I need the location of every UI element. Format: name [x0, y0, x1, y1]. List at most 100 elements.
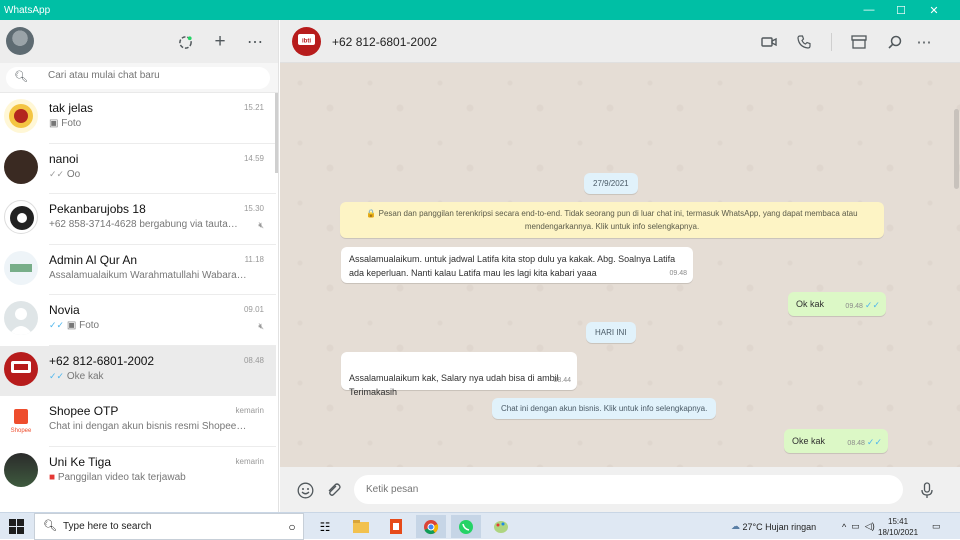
network-icon[interactable]: ▭ — [851, 521, 860, 532]
chat-name: Novia — [49, 303, 80, 317]
message-outgoing[interactable]: Ok kak 09.48 ✓✓ — [788, 292, 886, 316]
message-text: Oke kak — [792, 436, 826, 446]
read-ticks-icon: ✓✓ — [49, 168, 65, 179]
chat-time: 09.01 — [243, 305, 264, 314]
chat-item-uni-ke-tiga[interactable]: Uni Ke Tiga kemarin ■ Panggilan video ta… — [0, 446, 276, 497]
chat-list: tak jelas 15.21 ▣ Foto nanoi 14.59 ✓✓ Oo… — [0, 93, 276, 497]
missed-video-icon: ■ — [49, 471, 58, 483]
title-bar: WhatsApp — ☐ ✕ — [0, 0, 960, 20]
voice-call-icon[interactable] — [793, 31, 815, 53]
minimize-button[interactable]: — — [853, 0, 885, 20]
windows-start-icon[interactable] — [9, 519, 24, 534]
chat-preview: ✓✓ ▣ Foto — [49, 320, 100, 331]
divider — [831, 33, 832, 51]
file-explorer-icon[interactable] — [346, 515, 376, 538]
clock[interactable]: 15:41 18/10/2021 — [878, 513, 918, 540]
catalog-icon[interactable] — [848, 31, 870, 53]
photo-icon: ▣ — [49, 118, 62, 129]
contact-avatar[interactable]: ibti — [292, 27, 321, 56]
avatar — [4, 149, 38, 184]
chat-time: kemarin — [235, 456, 264, 466]
taskbar-search[interactable]: 🔍︎ Type here to search — [34, 513, 304, 540]
search-bar: 🔍︎ — [0, 63, 278, 93]
chat-preview: Chat ini dengan akun bisnis resmi Shopee… — [49, 421, 247, 432]
weather-widget[interactable]: ☁︎ 27°C Hujan ringan — [731, 513, 816, 540]
chat-time: 11.18 — [244, 254, 264, 264]
notification-icon[interactable]: ▭ — [932, 513, 941, 540]
sidebar-scrollbar[interactable] — [275, 93, 278, 173]
message-text: Assalamualaikum. untuk jadwal Latifa kit… — [349, 254, 676, 278]
chat-time: 15.21 — [243, 103, 264, 112]
chat-item-nanoi[interactable]: nanoi 14.59 ✓✓ Oo — [0, 143, 276, 194]
chat-name: Shopee OTP — [49, 404, 119, 418]
message-time: 09.48 — [669, 270, 687, 277]
chat-item-active-contact[interactable]: +62 812-6801-2002 08.48 ✓✓ Oke kak — [0, 345, 276, 396]
muted-icon: 🔇︎ — [258, 321, 264, 331]
avatar — [4, 250, 38, 285]
chat-item-novia[interactable]: Novia 09.01 ✓✓ ▣ Foto 🔇︎ — [0, 295, 276, 346]
microphone-icon[interactable] — [916, 479, 938, 501]
message-incoming[interactable]: Assalamualaikum kak, Salary nya udah bis… — [341, 352, 577, 397]
contact-name[interactable]: +62 812-6801-2002 — [332, 35, 437, 49]
taskbar: 🔍︎ Type here to search ○ ☷ ☁︎ 27°C Hujan… — [0, 512, 960, 540]
chat-name: Pekanbarujobs 18 — [49, 202, 146, 216]
message-time: 08.48 ✓✓ — [847, 437, 882, 447]
composer — [280, 467, 960, 512]
video-call-icon[interactable] — [758, 31, 780, 53]
message-input[interactable] — [354, 475, 903, 504]
my-avatar[interactable] — [6, 27, 34, 55]
svg-text:Shopee: Shopee — [11, 428, 32, 434]
chat-preview: ■ Panggilan video tak terjawab — [49, 471, 186, 483]
new-chat-icon[interactable]: + — [209, 31, 231, 53]
paint-icon[interactable] — [486, 515, 516, 538]
message-text: Ok kak — [796, 299, 825, 309]
chat-item-tak-jelas[interactable]: tak jelas 15.21 ▣ Foto — [0, 93, 276, 144]
chrome-icon[interactable] — [416, 515, 446, 538]
clock-time: 15:41 — [888, 516, 909, 526]
attach-icon[interactable] — [322, 479, 344, 501]
chat-preview: ✓✓ Oo — [49, 168, 81, 180]
search-input[interactable] — [48, 70, 258, 81]
chat-time: 15.30 — [243, 204, 264, 213]
search-icon[interactable] — [884, 31, 906, 53]
status-icon[interactable] — [174, 31, 196, 53]
avatar — [4, 200, 38, 234]
menu-icon[interactable]: ⋯ — [244, 31, 266, 53]
chat-item-shopee-otp[interactable]: Shopee Shopee OTP kemarin Chat ini denga… — [0, 396, 276, 447]
avatar — [4, 99, 38, 133]
volume-icon[interactable]: ◁) — [865, 521, 875, 532]
menu-icon[interactable]: ⋯ — [913, 31, 935, 53]
task-view-icon[interactable]: ○ — [277, 515, 307, 538]
sidebar: + ⋯ 🔍︎ tak jelas 15.21 ▣ Foto nanoi 14.5… — [0, 20, 279, 512]
clock-date: 18/10/2021 — [878, 527, 919, 537]
avatar — [4, 452, 38, 487]
business-notice[interactable]: Chat ini dengan akun bisnis. Klik untuk … — [492, 398, 717, 419]
conversation-header: ibti +62 812-6801-2002 ⋯ — [280, 20, 960, 63]
weather-icon: ☁︎ — [731, 521, 740, 531]
conversation-scrollbar[interactable] — [954, 109, 959, 189]
chat-item-pekanbarujobs[interactable]: Pekanbarujobs 18 15.30 +62 858-3714-4628… — [0, 194, 276, 245]
read-ticks-icon: ✓✓ — [49, 320, 65, 330]
search-box: 🔍︎ — [6, 67, 270, 89]
chat-name: tak jelas — [49, 101, 94, 115]
date-pill: 27/9/2021 — [584, 173, 638, 194]
maximize-button[interactable]: ☐ — [885, 0, 917, 20]
taskbar-apps-icon[interactable]: ☷ — [310, 515, 340, 538]
message-incoming[interactable]: Assalamualaikum. untuk jadwal Latifa kit… — [341, 247, 693, 283]
muted-icon: 🔇︎ — [258, 220, 264, 230]
tray-icons[interactable]: ^ ▭ ◁) — [842, 513, 875, 540]
encryption-notice[interactable]: 🔒 Pesan dan panggilan terenkripsi secara… — [340, 202, 884, 238]
chat-name: +62 812-6801-2002 — [49, 353, 155, 368]
emoji-icon[interactable] — [294, 479, 316, 501]
close-button[interactable]: ✕ — [918, 0, 950, 20]
chat-item-admin-al-quran[interactable]: Admin Al Qur An 11.18 Assalamualaikum Wa… — [0, 244, 276, 295]
avatar — [4, 351, 38, 386]
whatsapp-icon[interactable] — [451, 515, 481, 538]
chevron-up-icon[interactable]: ^ — [842, 522, 846, 532]
chat-preview: +62 858-3714-4628 bergabung via tautan u… — [49, 219, 239, 230]
office-icon[interactable] — [381, 515, 411, 538]
svg-text:ibti: ibti — [302, 39, 311, 45]
avatar — [4, 301, 38, 335]
read-ticks-icon: ✓✓ — [864, 300, 880, 310]
message-outgoing[interactable]: Oke kak 08.48 ✓✓ — [784, 429, 888, 453]
